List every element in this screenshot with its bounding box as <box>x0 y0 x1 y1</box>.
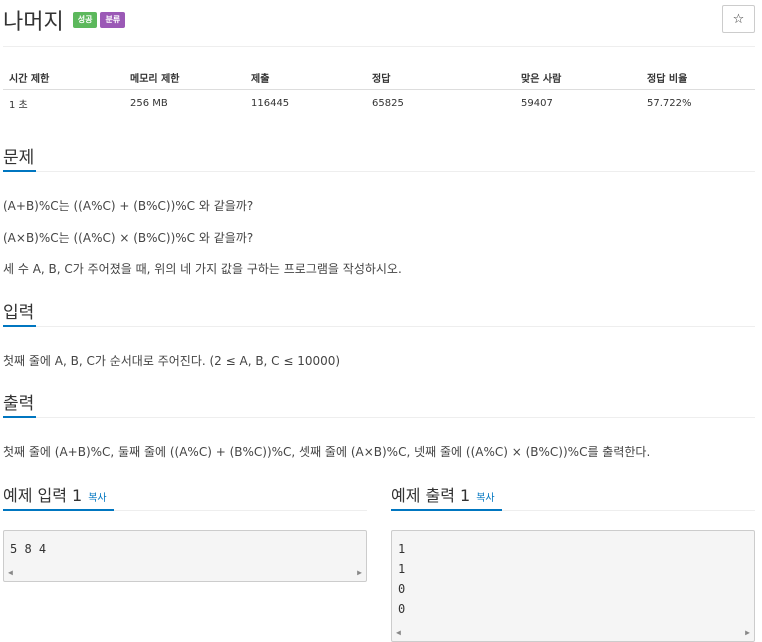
sample-output-label: 예제 출력 1 <box>391 486 471 505</box>
copy-link[interactable]: 복사 <box>88 493 106 504</box>
divider <box>3 326 755 327</box>
page-title: 나머지 <box>3 10 64 35</box>
table-header: 제출 <box>245 65 366 90</box>
section-underline <box>3 170 36 172</box>
section-underline <box>3 416 36 418</box>
sample-line: 0 <box>398 582 406 596</box>
problem-text: (A×B)%C는 ((A%C) × (B%C))%C 와 같을까? <box>3 231 254 245</box>
sample-input-label: 예제 입력 1 <box>3 486 83 505</box>
table-header-row: 시간 제한 메모리 제한 제출 정답 맞은 사람 정답 비율 <box>3 65 755 90</box>
divider <box>3 171 755 172</box>
section-underline <box>391 509 502 511</box>
copy-link[interactable]: 복사 <box>476 493 494 504</box>
sample-line: 1 <box>398 562 406 576</box>
scroll-left-icon[interactable]: ◀ <box>8 566 13 580</box>
problem-text: (A+B)%C는 ((A%C) + (B%C))%C 와 같을까? <box>3 199 254 213</box>
horizontal-scrollbar[interactable]: ◀ ▶ <box>393 626 753 640</box>
sample-line: 1 <box>398 542 406 556</box>
scroll-right-icon[interactable]: ▶ <box>745 626 750 640</box>
table-header: 맞은 사람 <box>515 65 641 90</box>
sample-line: 5 8 4 <box>10 542 47 556</box>
table-cell: 57.722% <box>647 97 692 109</box>
table-cell: 65825 <box>372 97 404 109</box>
table-header: 정답 <box>366 65 515 90</box>
sample-output-title: 예제 출력 1 복사 <box>391 482 495 506</box>
section-title-input: 입력 <box>3 303 35 323</box>
table-cell: 59407 <box>521 97 553 109</box>
problem-info-table: 시간 제한 메모리 제한 제출 정답 맞은 사람 정답 비율 1 초 256 M… <box>3 65 755 116</box>
input-text: 첫째 줄에 A, B, C가 순서대로 주어진다. (2 ≤ A, B, C ≤… <box>3 354 341 368</box>
table-cell: 116445 <box>251 97 290 109</box>
title-row: 나머지 성공 분류 <box>3 4 126 36</box>
sample-input-box[interactable]: 5 8 4 ◀ ▶ <box>3 530 367 582</box>
table-header: 정답 비율 <box>641 65 755 90</box>
table-cell: 1 초 <box>9 99 28 111</box>
table-header: 시간 제한 <box>3 65 124 90</box>
table-row: 1 초 256 MB 116445 65825 59407 57.722% <box>3 90 755 117</box>
status-badge-category[interactable]: 분류 <box>100 12 126 28</box>
sample-input-title: 예제 입력 1 복사 <box>3 482 107 506</box>
table-cell: 256 MB <box>130 97 168 109</box>
sample-line: 0 <box>398 602 406 616</box>
scroll-right-icon[interactable]: ▶ <box>357 566 362 580</box>
star-icon: ☆ <box>732 11 745 27</box>
section-underline <box>3 509 114 511</box>
section-title-output: 출력 <box>3 394 35 414</box>
table-header: 메모리 제한 <box>124 65 245 90</box>
problem-text: 세 수 A, B, C가 주어졌을 때, 위의 네 가지 값을 구하는 프로그램… <box>3 262 402 276</box>
status-badge-success: 성공 <box>72 12 98 28</box>
scroll-left-icon[interactable]: ◀ <box>396 626 401 640</box>
output-text: 첫째 줄에 (A+B)%C, 둘째 줄에 ((A%C) + (B%C))%C, … <box>3 445 651 459</box>
star-button[interactable]: ☆ <box>722 5 755 33</box>
sample-output-box[interactable]: 1 1 0 0 ◀ ▶ <box>391 530 755 642</box>
section-underline <box>3 325 36 327</box>
section-title-problem: 문제 <box>3 148 35 168</box>
horizontal-scrollbar[interactable]: ◀ ▶ <box>5 566 365 580</box>
divider <box>3 417 755 418</box>
divider <box>3 46 755 47</box>
